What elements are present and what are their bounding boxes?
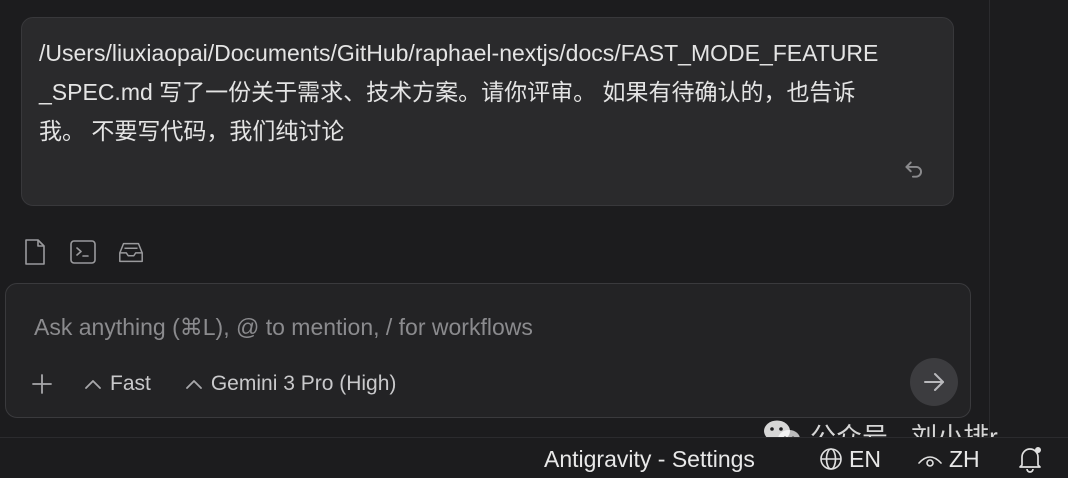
language-status-item[interactable]: EN	[819, 444, 881, 474]
plus-icon[interactable]	[30, 372, 54, 396]
terminal-icon[interactable]	[69, 238, 97, 266]
chevron-up-icon	[85, 380, 101, 389]
inbox-icon[interactable]	[117, 238, 145, 266]
chat-input[interactable]	[34, 310, 914, 344]
view-status-item[interactable]: ZH	[917, 444, 980, 474]
user-message-bubble: /Users/liuxiaopai/Documents/GitHub/rapha…	[21, 17, 954, 206]
chevron-up-icon	[185, 380, 202, 389]
language-label: EN	[849, 445, 881, 472]
mode-label: Fast	[110, 372, 151, 395]
bell-icon[interactable]	[1017, 444, 1043, 474]
eye-icon	[918, 456, 942, 467]
send-button[interactable]	[910, 358, 958, 406]
undo-icon[interactable]	[901, 155, 927, 181]
user-message-text: /Users/liuxiaopai/Documents/GitHub/rapha…	[39, 40, 879, 144]
settings-label: Antigravity - Settings	[544, 445, 755, 472]
mode-dropdown[interactable]: Fast	[84, 372, 151, 396]
view-label: ZH	[949, 445, 980, 472]
model-label: Gemini 3 Pro (High)	[210, 372, 397, 395]
chat-panel: /Users/liuxiaopai/Documents/GitHub/rapha…	[0, 0, 1068, 478]
panel-divider	[989, 0, 990, 440]
globe-icon	[820, 448, 842, 470]
settings-status-item[interactable]: Antigravity - Settings	[544, 444, 755, 474]
model-dropdown[interactable]: Gemini 3 Pro (High)	[185, 372, 397, 396]
file-icon[interactable]	[21, 238, 49, 266]
input-toolbar: Fast Gemini 3 Pro (High)	[30, 368, 430, 400]
arrow-right-icon	[924, 373, 944, 391]
status-bar: Antigravity - Settings EN ZH	[0, 438, 1068, 478]
chat-input-box: Fast Gemini 3 Pro (High)	[5, 283, 971, 418]
context-icon-row	[21, 238, 145, 266]
